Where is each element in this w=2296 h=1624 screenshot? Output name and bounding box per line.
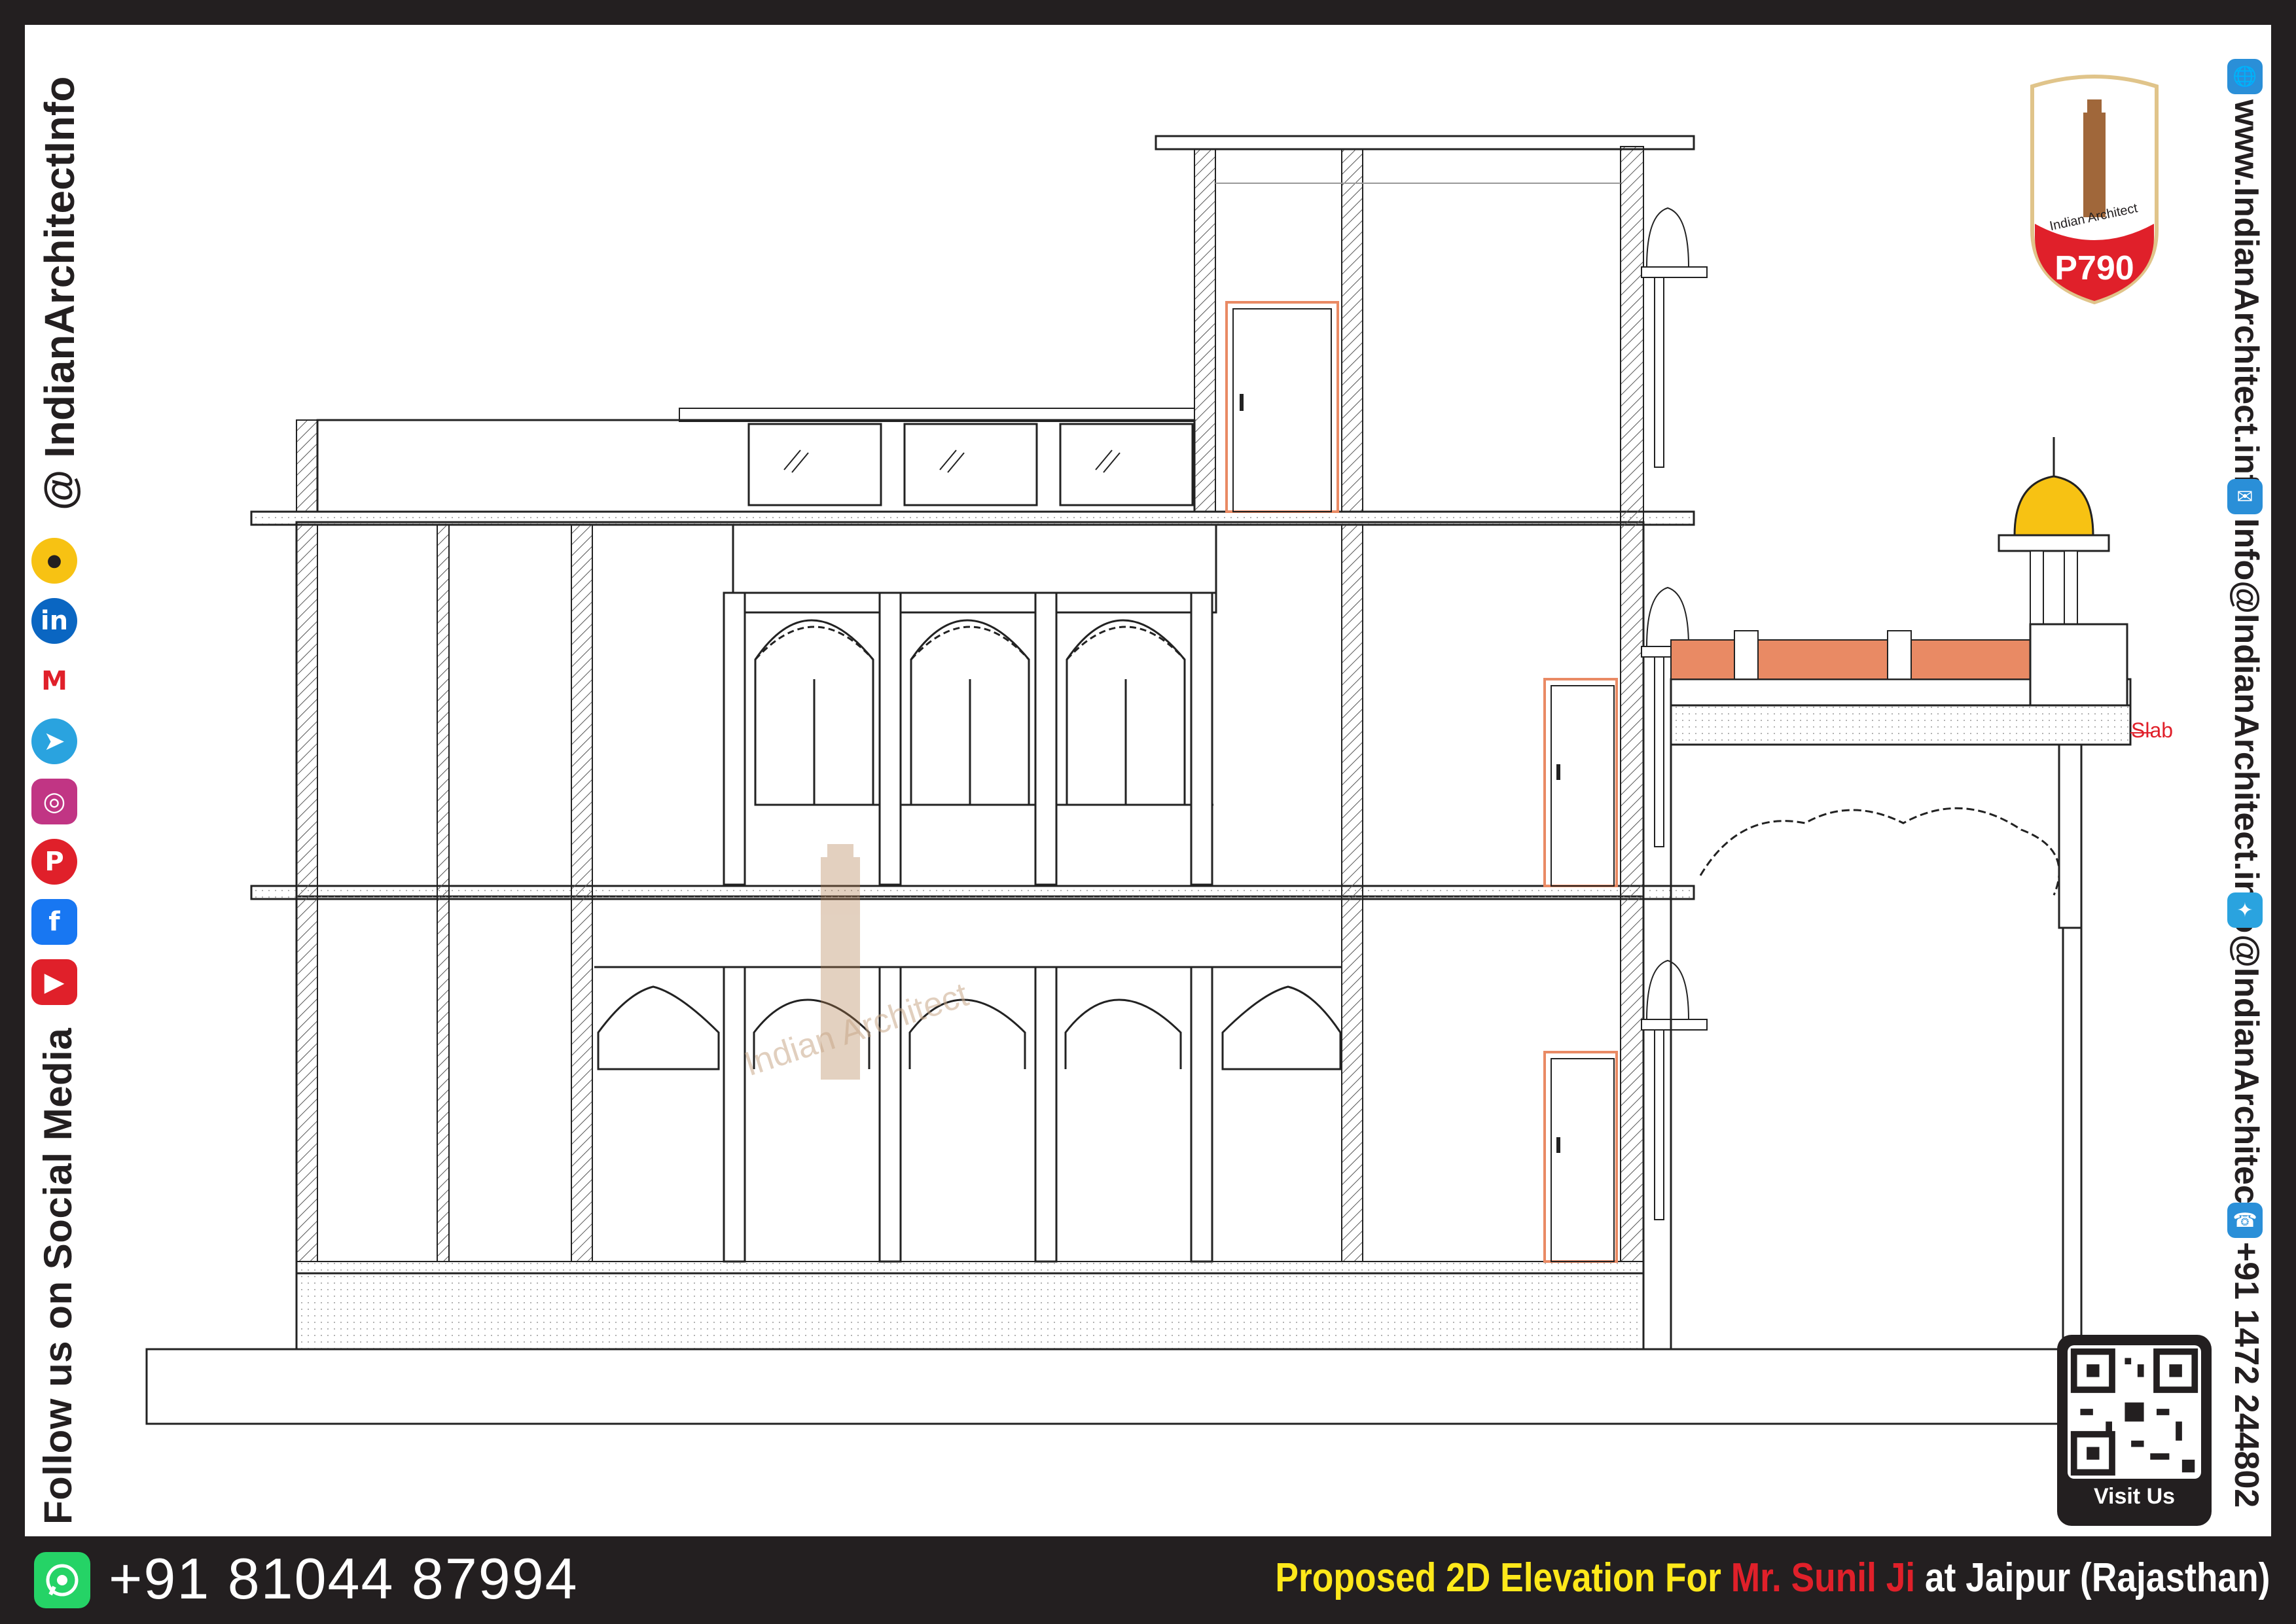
phone-icon: ☎ (2227, 1203, 2263, 1238)
slab-first (250, 885, 1695, 900)
whatsapp-phone[interactable]: +91 81044 87994 (109, 1545, 579, 1612)
wall-mid-2 (1341, 524, 1363, 1262)
drawing-sheet (25, 25, 2271, 1536)
wall-left (296, 524, 318, 1262)
terrace-window-1 (747, 423, 882, 506)
twitter-handle[interactable]: @IndianArchitec3 (2227, 934, 2266, 1223)
door-first-floor (1543, 678, 1618, 887)
ground-floor-outline (295, 895, 1645, 1275)
email-text[interactable]: Info@IndianArchitect.info (2227, 518, 2266, 933)
elevation-drawing (145, 135, 2152, 1425)
koo-icon[interactable]: ● (31, 538, 77, 584)
title-client: Mr. Sunil Ji (1731, 1555, 1915, 1600)
youtube-icon[interactable]: ▶ (31, 959, 77, 1005)
slab-roof (250, 510, 1695, 526)
ground-base (145, 1348, 2111, 1425)
instagram-icon[interactable]: ◎ (31, 779, 77, 824)
tower-wall-m (1341, 149, 1363, 512)
tower-wall-l (1194, 149, 1216, 512)
linkedin-icon[interactable]: in (31, 598, 77, 644)
pinterest-icon[interactable]: P (31, 839, 77, 885)
slab-ground (296, 1261, 1644, 1274)
door-ground-floor (1543, 1051, 1618, 1263)
globe-icon: 🌐 (2227, 59, 2263, 94)
tower-slab (1155, 135, 1695, 150)
website-text[interactable]: www.IndianArchitect.info (2227, 99, 2266, 506)
qr-card[interactable]: Visit Us (2057, 1335, 2212, 1526)
wall-right (1620, 146, 1644, 1262)
wall-mid-1 (571, 524, 593, 1262)
title-part1: Proposed 2D Elevation For (1275, 1555, 1721, 1600)
title-part2: at Jaipur (Rajasthan) (1924, 1555, 2270, 1600)
balustrade (1670, 630, 2046, 680)
follow-us-text: Follow us on Social Media (36, 1027, 80, 1525)
first-floor-columns (723, 591, 1213, 886)
ground-floor-arcade (594, 966, 1342, 1070)
landline-text[interactable]: +91 1472 244802 (2227, 1242, 2266, 1508)
facebook-icon[interactable]: f (31, 899, 77, 945)
moj-icon[interactable]: M (31, 658, 77, 704)
first-floor-arcade (732, 525, 1217, 806)
logo-code: P790 (2054, 249, 2134, 287)
mail-icon: ✉ (2227, 479, 2263, 514)
twitter-icon: ✦ (2227, 892, 2263, 928)
parapet-top (316, 419, 1196, 513)
plinth (295, 1272, 1645, 1350)
qr-code (2068, 1345, 2201, 1479)
project-title: Proposed 2D Elevation For Mr. Sunil Ji a… (1275, 1555, 2270, 1601)
social-handle[interactable]: @ IndianArchitectInfo (35, 77, 84, 510)
terrace-window-3 (1059, 423, 1194, 506)
wall-left-2 (437, 524, 450, 1262)
slab-label: Slab (2131, 718, 2174, 742)
terrace-window-2 (903, 423, 1038, 506)
whatsapp-icon[interactable] (34, 1552, 90, 1608)
telegram-icon[interactable]: ➤ (31, 718, 77, 764)
parapet-left (296, 419, 318, 512)
visit-us-label[interactable]: Visit Us (2057, 1484, 2212, 1509)
entrance-gate (1670, 678, 2132, 1349)
